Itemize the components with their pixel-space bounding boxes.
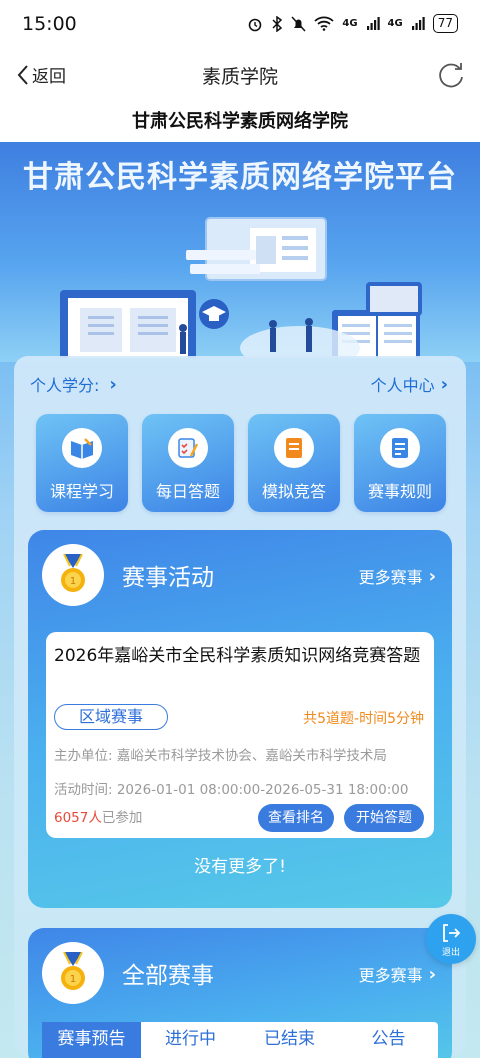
event-meta: 共5道题-时间5分钟: [303, 711, 424, 727]
chevron-right-icon: ›: [440, 373, 448, 395]
nav-bar: 返回 素质学院: [0, 50, 480, 102]
wifi-icon: [314, 16, 334, 31]
back-label: 返回: [32, 67, 66, 87]
tab-preview[interactable]: 赛事预告: [42, 1022, 141, 1058]
alarm-icon: [249, 18, 262, 31]
signal-icon: [366, 16, 380, 30]
checklist-icon: [168, 428, 208, 468]
chevron-left-icon: [17, 64, 28, 85]
medal-icon: 1: [42, 942, 104, 1004]
network-4g-1: 4G: [342, 18, 358, 29]
personal-credits-link[interactable]: 个人学分: ›: [30, 372, 117, 396]
site-title: 甘肃公民科学素质网络学院: [0, 102, 480, 142]
network-4g-2: 4G: [387, 18, 403, 29]
start-quiz-button[interactable]: 开始答题: [344, 804, 424, 832]
status-time: 15:00: [22, 13, 77, 35]
event-time: 活动时间: 2026-01-01 08:00:00-2026-05-31 18:…: [54, 782, 409, 798]
battery-indicator: 77: [432, 14, 458, 33]
chevron-right-icon: ›: [109, 373, 117, 395]
book-icon: [62, 428, 102, 468]
course-study-button[interactable]: 课程学习: [36, 414, 128, 512]
feature-label: 课程学习: [49, 482, 114, 501]
feature-label: 每日答题: [155, 482, 220, 501]
view-ranking-button[interactable]: 查看排名: [258, 804, 334, 832]
competition-section-title: 赛事活动: [122, 565, 214, 591]
page-title: 素质学院: [201, 66, 278, 88]
rules-doc-icon: [380, 428, 420, 468]
exit-label: 退出: [441, 948, 460, 958]
event-organizer: 主办单位: 嘉峪关市科学技术协会、嘉峪关市科学技术局: [54, 748, 387, 764]
tab-announcement[interactable]: 公告: [339, 1022, 438, 1058]
status-icons: 4G 4G 77: [247, 14, 458, 33]
competition-tabs: 赛事预告 进行中 已结束 公告: [42, 1022, 438, 1058]
banner: 甘肃公民科学素质网络学院平台: [0, 142, 480, 362]
daily-quiz-button[interactable]: 每日答题: [142, 414, 234, 512]
personal-center-link[interactable]: 个人中心 ›: [371, 372, 448, 396]
competition-activity-card: 1 赛事活动 更多赛事 › 2026年嘉峪关市全民科学素质知识网络竞赛答题 区域…: [28, 530, 452, 908]
credits-label: 个人学分:: [30, 376, 100, 395]
region-tag: 区域赛事: [54, 704, 168, 730]
refresh-icon[interactable]: [436, 60, 466, 90]
competition-rules-button[interactable]: 赛事规则: [354, 414, 446, 512]
joined-suffix: 已参加: [101, 810, 143, 826]
svg-text:1: 1: [70, 974, 76, 985]
banner-title: 甘肃公民科学素质网络学院平台: [23, 160, 457, 195]
tab-ongoing[interactable]: 进行中: [141, 1022, 240, 1058]
more-label: 更多赛事: [358, 568, 423, 587]
status-bar: 15:00 4G 4G 77: [0, 0, 480, 50]
banner-illustration: [60, 217, 422, 358]
all-competitions-card: 1 全部赛事 更多赛事 › 赛事预告 进行中 已结束 公告: [28, 928, 452, 1058]
signal-icon-2: [411, 16, 425, 30]
medal-icon: 1: [42, 544, 104, 606]
feature-label: 模拟竞答: [261, 482, 326, 501]
chevron-right-icon: ›: [428, 963, 436, 985]
more-competitions-link-2[interactable]: 更多赛事 ›: [359, 962, 436, 986]
feature-row: 课程学习 每日答题 模拟竞答 赛事规则: [36, 414, 446, 512]
event-title: 2026年嘉峪关市全民科学素质知识网络竞赛答题: [54, 646, 421, 666]
bluetooth-icon: [272, 15, 283, 32]
tab-ended[interactable]: 已结束: [240, 1022, 339, 1058]
no-more-text: 没有更多了!: [194, 857, 286, 877]
exit-button[interactable]: 退出: [426, 914, 476, 964]
notebook-icon: [274, 428, 314, 468]
all-competitions-title: 全部赛事: [122, 963, 214, 989]
back-button[interactable]: 返回: [16, 62, 66, 87]
chevron-right-icon: ›: [428, 565, 436, 587]
feature-label: 赛事规则: [367, 482, 432, 501]
joined-number: 6057人: [54, 810, 102, 826]
mute-bell-icon: [291, 15, 306, 32]
logout-icon: [443, 924, 461, 942]
personal-center-label: 个人中心: [370, 376, 435, 395]
mock-quiz-button[interactable]: 模拟竞答: [248, 414, 340, 512]
event-card[interactable]: 2026年嘉峪关市全民科学素质知识网络竞赛答题 区域赛事 共5道题-时间5分钟 …: [46, 632, 434, 838]
svg-text:1: 1: [70, 576, 76, 587]
more-label: 更多赛事: [358, 966, 423, 985]
joined-count: 6057人已参加: [54, 806, 142, 826]
more-competitions-link[interactable]: 更多赛事 ›: [359, 564, 436, 588]
